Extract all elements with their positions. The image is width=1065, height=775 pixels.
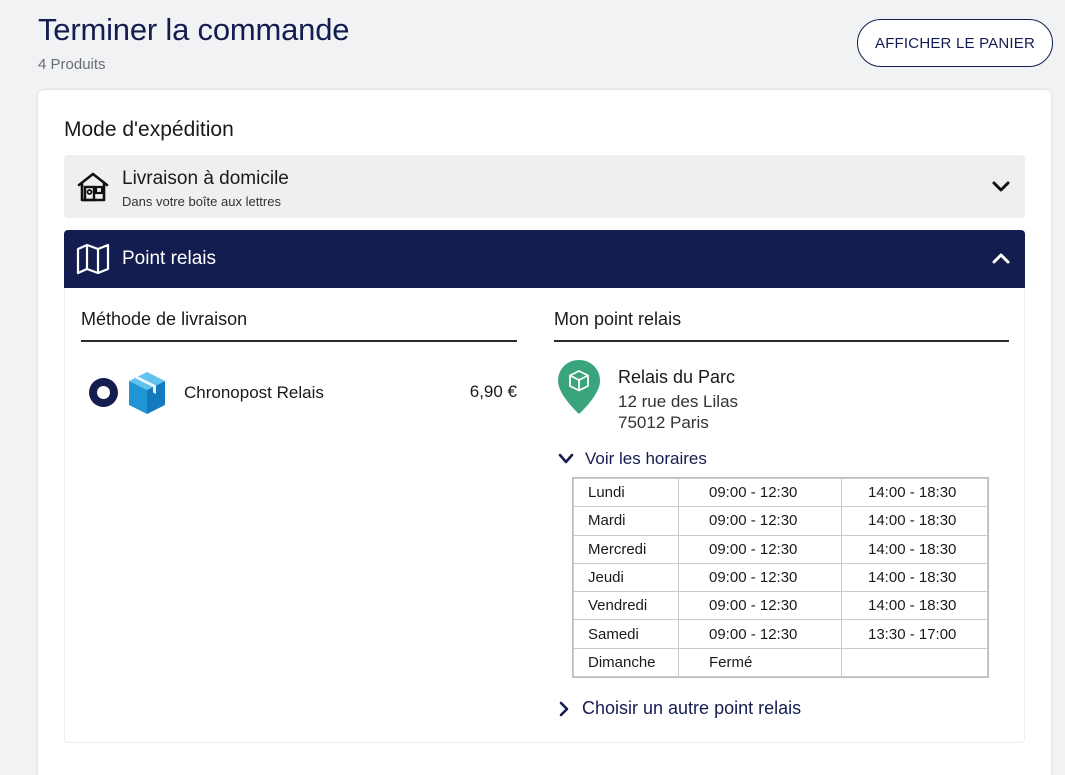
hours-row: Mardi 09:00 - 12:30 14:00 - 18:30 (573, 506, 988, 536)
hours-day: Jeudi (573, 562, 679, 593)
chevron-up-icon (992, 253, 1010, 264)
hours-morning: 09:00 - 12:30 (678, 534, 842, 564)
method-heading-divider (81, 340, 517, 342)
carrier-name: Chronopost Relais (184, 383, 324, 402)
hours-row: Dimanche Fermé (573, 647, 988, 678)
carrier-price: 6,90 € (469, 382, 517, 401)
hours-day: Lundi (573, 477, 679, 508)
relay-point-title: Point relais (122, 248, 216, 269)
hours-day: Mercredi (573, 534, 679, 564)
hours-morning: 09:00 - 12:30 (678, 562, 842, 593)
opening-hours-table: Lundi 09:00 - 12:30 14:00 - 18:30 Mardi 09:0… (572, 476, 989, 679)
hours-row: Vendredi 09:00 - 12:30 14:00 - 18:30 (573, 591, 988, 621)
hours-morning: 09:00 - 12:30 (678, 619, 842, 649)
my-relay-heading: Mon point relais (554, 309, 682, 329)
relay-address-city: 75012 Paris (618, 413, 709, 432)
method-radio-selected[interactable] (89, 378, 118, 407)
hours-row: Lundi 09:00 - 12:30 14:00 - 18:30 (573, 477, 988, 508)
relay-point-panel: Méthode de livraison Mon point relais Ch… (64, 288, 1025, 743)
hours-afternoon: 14:00 - 18:30 (841, 591, 988, 621)
house-icon (77, 172, 109, 202)
hours-day: Mardi (573, 506, 679, 536)
hours-afternoon: 14:00 - 18:30 (841, 562, 988, 593)
home-delivery-subtitle: Dans votre boîte aux lettres (122, 194, 281, 209)
chevron-right-icon (559, 701, 569, 717)
hours-row: Mercredi 09:00 - 12:30 14:00 - 18:30 (573, 534, 988, 564)
relay-address-street: 12 rue des Lilas (618, 392, 739, 411)
delivery-method-heading: Méthode de livraison (81, 309, 248, 329)
view-hours-label: Voir les horaires (585, 449, 707, 468)
hours-afternoon: 14:00 - 18:30 (841, 534, 988, 564)
hours-afternoon (841, 647, 988, 678)
page-header: Terminer la commande 4 Produits (38, 12, 349, 73)
shipping-section-title: Mode d'expédition (64, 118, 234, 141)
chevron-down-icon (992, 181, 1010, 192)
hours-morning: Fermé (678, 647, 842, 678)
hours-morning: 09:00 - 12:30 (678, 506, 842, 536)
hours-morning: 09:00 - 12:30 (678, 477, 842, 508)
view-cart-button[interactable]: AFFICHER LE PANIER (857, 19, 1053, 67)
delivery-method-row[interactable]: Chronopost Relais 6,90 € (87, 370, 517, 420)
hours-afternoon: 13:30 - 17:00 (841, 619, 988, 649)
hours-day: Vendredi (573, 591, 679, 621)
home-delivery-title: Livraison à domicile (122, 168, 289, 189)
shipping-option-relay-point[interactable]: Point relais (64, 230, 1025, 288)
relay-heading-divider (554, 340, 1009, 342)
chevron-down-icon (558, 453, 574, 464)
hours-day: Samedi (573, 619, 679, 649)
location-pin-icon (558, 360, 600, 414)
hours-afternoon: 14:00 - 18:30 (841, 477, 988, 508)
map-icon (76, 243, 110, 275)
package-box-icon (129, 372, 165, 414)
choose-other-relay-label: Choisir un autre point relais (582, 698, 802, 718)
shipping-option-home-delivery[interactable]: Livraison à domicile Dans votre boîte au… (64, 155, 1025, 218)
hours-morning: 09:00 - 12:30 (678, 591, 842, 621)
shipping-card: Mode d'expédition Livraison à domicile D… (38, 90, 1051, 775)
page-title: Terminer la commande (38, 12, 350, 47)
hours-row: Samedi 09:00 - 12:30 13:30 - 17:00 (573, 619, 988, 649)
relay-point-name: Relais du Parc (618, 367, 736, 387)
hours-row: Jeudi 09:00 - 12:30 14:00 - 18:30 (573, 562, 988, 593)
product-count: 4 Produits (38, 56, 106, 73)
hours-afternoon: 14:00 - 18:30 (841, 506, 988, 536)
hours-day: Dimanche (573, 647, 679, 678)
